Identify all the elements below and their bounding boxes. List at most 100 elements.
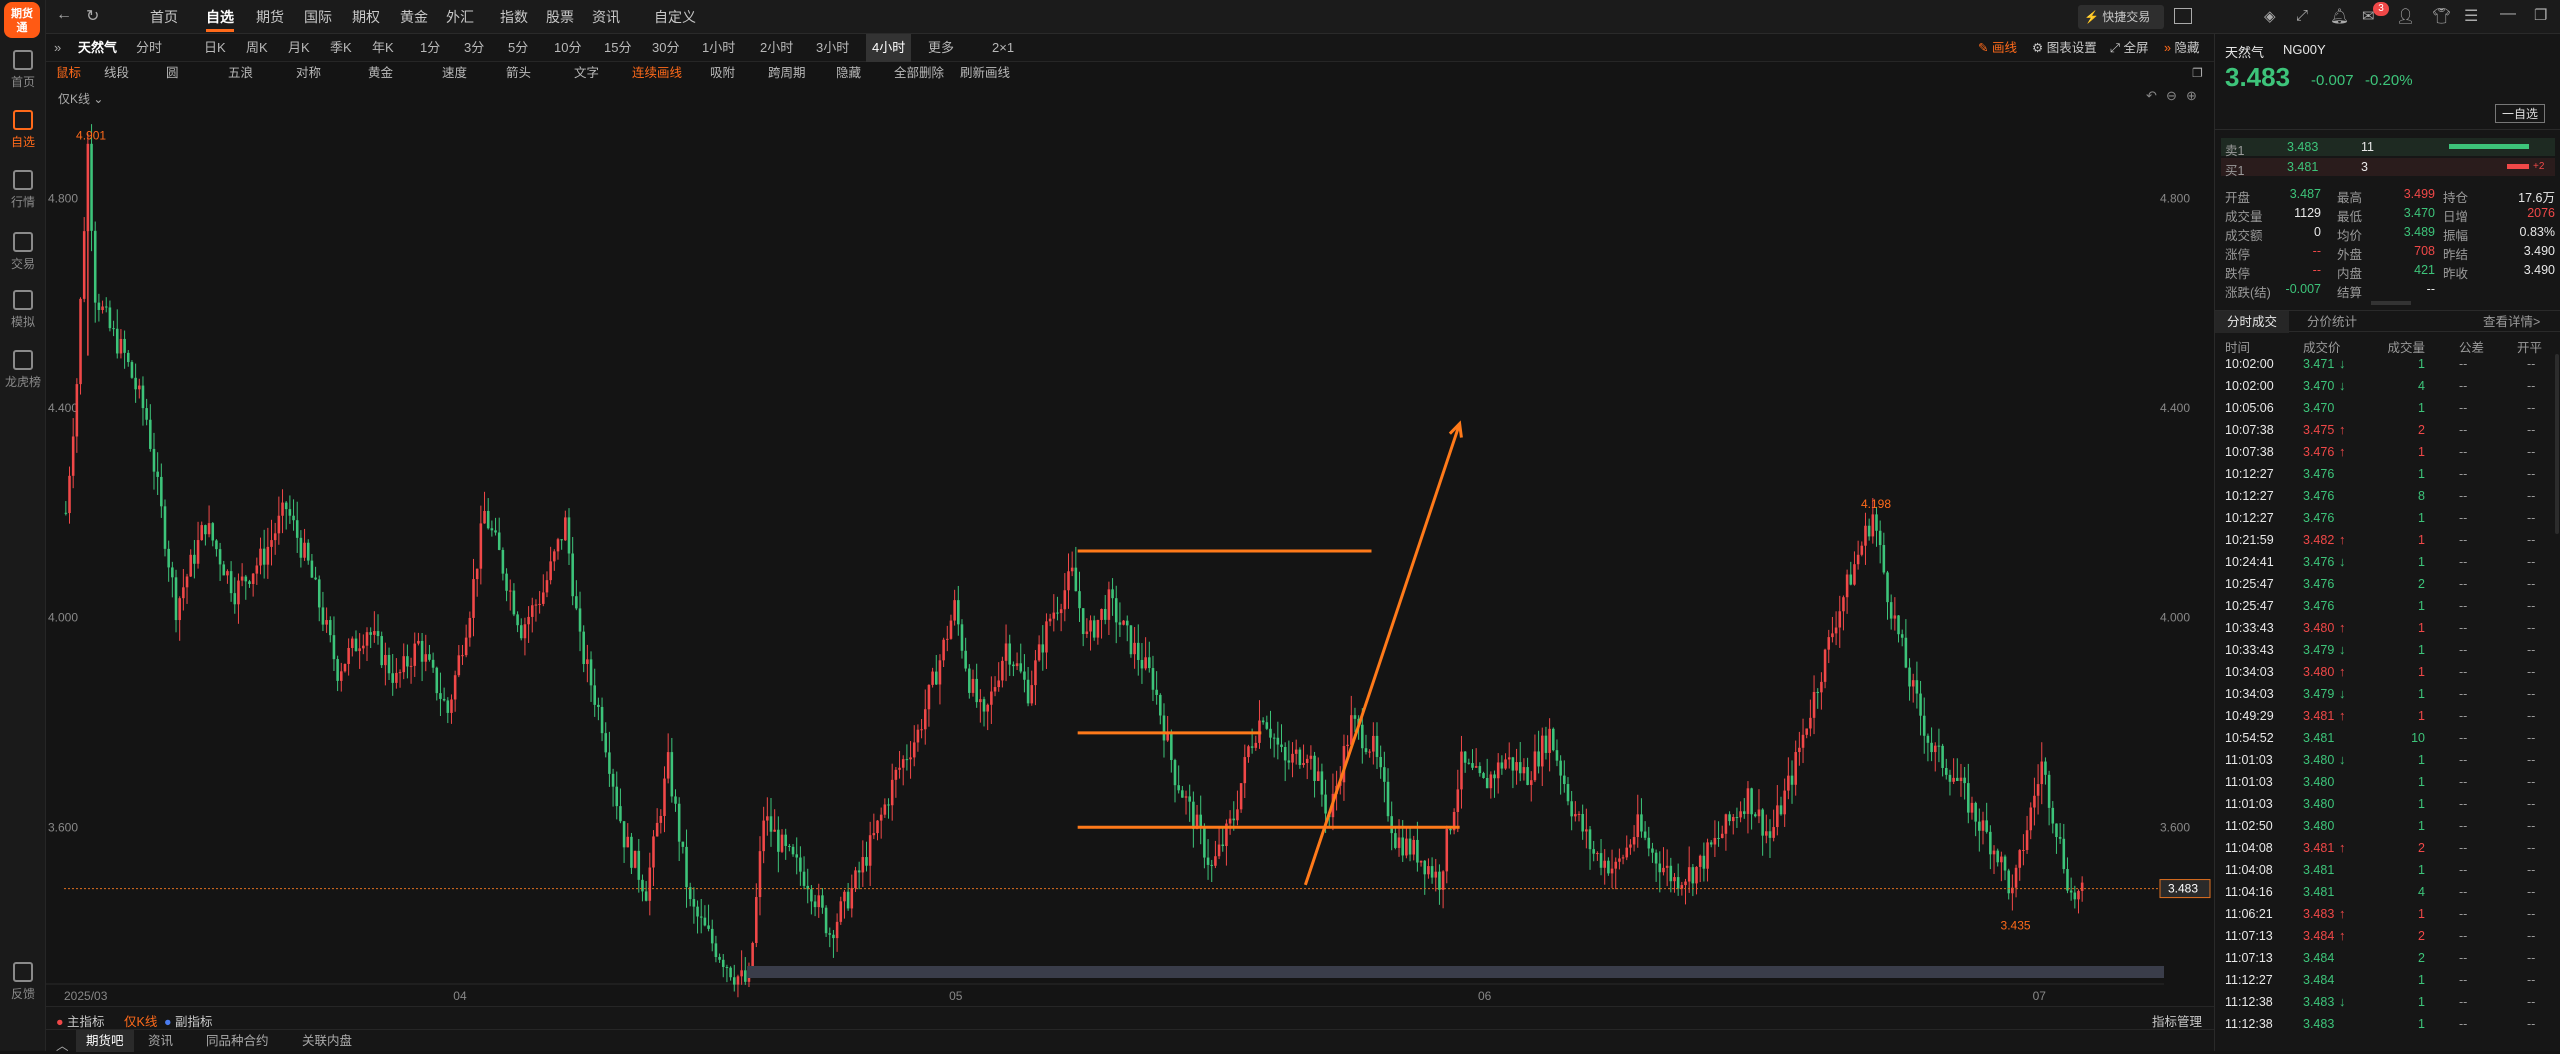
undo-icon[interactable]: ↶ [2146,88,2157,104]
add-watch-button[interactable]: 一自选 [2495,104,2546,123]
collapse-up-icon[interactable]: ︿ [56,1035,69,1054]
minimize-icon[interactable]: — [2500,5,2516,23]
app-logo[interactable]: 期货 通 [4,2,40,38]
draw-tool-12[interactable]: 隐藏 [836,62,861,84]
draw-tool-10[interactable]: 吸附 [710,62,735,84]
candle-body [1746,788,1750,814]
nav-item-5[interactable]: 黄金 [400,0,428,34]
nav-item-7[interactable]: 指数 [500,0,528,34]
tab-price-stats[interactable]: 分价统计 [2307,311,2357,333]
user-icon[interactable]: 👤︎ [2396,7,2415,25]
period-16[interactable]: 更多 [928,34,954,62]
draw-line-button[interactable]: ✎ 画线 [1978,34,2017,62]
expand-icon[interactable]: ⤢ [2296,7,2308,24]
draw-tool-7[interactable]: 箭头 [506,62,531,84]
draw-tool-5[interactable]: 黄金 [368,62,393,84]
refresh-icon[interactable]: ↻ [86,6,99,26]
nav-item-2[interactable]: 期货 [256,0,284,34]
nav-item-0[interactable]: 首页 [150,0,178,34]
main-indicator-tab[interactable]: ● 主指标 [56,1011,105,1030]
quick-trade-button[interactable]: ⚡ 快捷交易 [2078,5,2164,29]
bell-icon[interactable]: 🔔︎ [2330,7,2349,25]
chart-mode-select[interactable]: 仅K线 ⌄ [58,90,103,107]
stat-4-4: 昨收 [2443,267,2469,281]
period-0[interactable]: 分时 [136,34,162,62]
sidebar-item-6[interactable]: 反馈 [0,962,46,1002]
stats-resize-handle[interactable] [2371,301,2411,305]
kline-only-tab[interactable]: 仅K线 [124,1011,157,1030]
chart-svg[interactable]: 4.800 4.800 4.400 4.400 4.000 4.000 3.600 3.600… [46,84,2214,1006]
nav-item-4[interactable]: 期权 [352,0,380,34]
sidebar-item-2[interactable]: 行情 [0,170,46,210]
bottom-tab-1[interactable]: 资讯 [148,1030,173,1052]
nav-item-8[interactable]: 股票 [546,0,574,34]
nav-item-10[interactable]: 自定义 [654,0,696,34]
draw-tool-3[interactable]: 五浪 [228,62,253,84]
period-15[interactable]: 4小时 [866,34,912,62]
zoom-out-icon[interactable]: ⊖ [2166,88,2177,104]
period-10[interactable]: 15分 [604,34,631,62]
window-icon[interactable]: ❐ [2192,62,2203,84]
fullscreen-button[interactable]: ⤢ 全屏 [2110,34,2149,62]
maximize-icon[interactable]: ❐ [2534,6,2547,24]
kline-chart[interactable]: 4.800 4.800 4.400 4.400 4.000 4.000 3.600 3.600… [46,84,2214,1006]
period-2[interactable]: 周K [246,34,268,62]
nav-item-1[interactable]: 自选 [206,0,234,34]
collapse-icon[interactable]: » [54,40,61,55]
tab-time-trades[interactable]: 分时成交 [2215,311,2290,333]
candle-body [527,616,530,625]
symbol-tab[interactable]: 天然气 [78,34,117,62]
draw-tool-0[interactable]: 鼠标 [56,62,81,84]
sidebar-item-5[interactable]: 龙虎榜 [0,350,46,390]
sidebar-item-0[interactable]: 首页 [0,50,46,90]
chart-settings-button[interactable]: ⚙ 图表设置 [2032,34,2097,62]
draw-tool-1[interactable]: 线段 [104,62,129,84]
sidebar-item-4[interactable]: 模拟 [0,290,46,330]
period-4[interactable]: 季K [330,34,352,62]
trades-scrollbar[interactable] [2555,354,2559,534]
menu-icon[interactable]: ☰ [2464,6,2478,26]
layers-icon[interactable]: ◈ [2264,7,2276,25]
indicator-manage-button[interactable]: 指标管理 [2152,1011,2202,1030]
trades-detail-link[interactable]: 查看详情> [2483,311,2540,333]
panel-icon[interactable] [2174,8,2192,24]
period-6[interactable]: 1分 [420,34,440,62]
candle-body [549,561,552,581]
trade-row: 11:07:13 3.484 2 -- -- [2215,948,2560,970]
bottom-tab-3[interactable]: 关联内盘 [302,1030,352,1052]
draw-tool-6[interactable]: 速度 [442,62,467,84]
draw-tool-11[interactable]: 跨周期 [768,62,806,84]
period-13[interactable]: 2小时 [760,34,793,62]
candle-body [589,659,593,686]
draw-tool-4[interactable]: 对称 [296,62,321,84]
zoom-in-icon[interactable]: ⊕ [2186,88,2197,104]
nav-item-3[interactable]: 国际 [304,0,332,34]
period-12[interactable]: 1小时 [702,34,735,62]
candle-body [152,448,156,472]
period-1[interactable]: 日K [204,34,226,62]
bottom-tab-0[interactable]: 期货吧 [76,1030,134,1052]
period-3[interactable]: 月K [288,34,310,62]
sub-indicator-tab[interactable]: ● 副指标 [164,1011,213,1030]
draw-tool-13[interactable]: 全部删除 [894,62,944,84]
period-14[interactable]: 3小时 [816,34,849,62]
draw-tool-8[interactable]: 文字 [574,62,599,84]
period-11[interactable]: 30分 [652,34,679,62]
candle-body [1864,525,1867,546]
draw-tool-14[interactable]: 刷新画线 [960,62,1010,84]
draw-tool-9[interactable]: 连续画线 [632,62,682,84]
bottom-tab-2[interactable]: 同品种合约 [206,1030,269,1052]
period-9[interactable]: 10分 [554,34,581,62]
period-17[interactable]: 2×1 [992,34,1014,62]
period-8[interactable]: 5分 [508,34,528,62]
hide-button[interactable]: » 隐藏 [2164,34,2199,62]
period-7[interactable]: 3分 [464,34,484,62]
sidebar-item-3[interactable]: 交易 [0,232,46,272]
shirt-icon[interactable]: 👕︎ [2432,7,2451,25]
sidebar-item-1[interactable]: 自选 [0,110,46,150]
back-icon[interactable]: ← [56,6,72,24]
nav-item-9[interactable]: 资讯 [592,0,620,34]
nav-item-6[interactable]: 外汇 [446,0,474,34]
period-5[interactable]: 年K [372,34,394,62]
draw-tool-2[interactable]: 圆 [166,62,179,84]
